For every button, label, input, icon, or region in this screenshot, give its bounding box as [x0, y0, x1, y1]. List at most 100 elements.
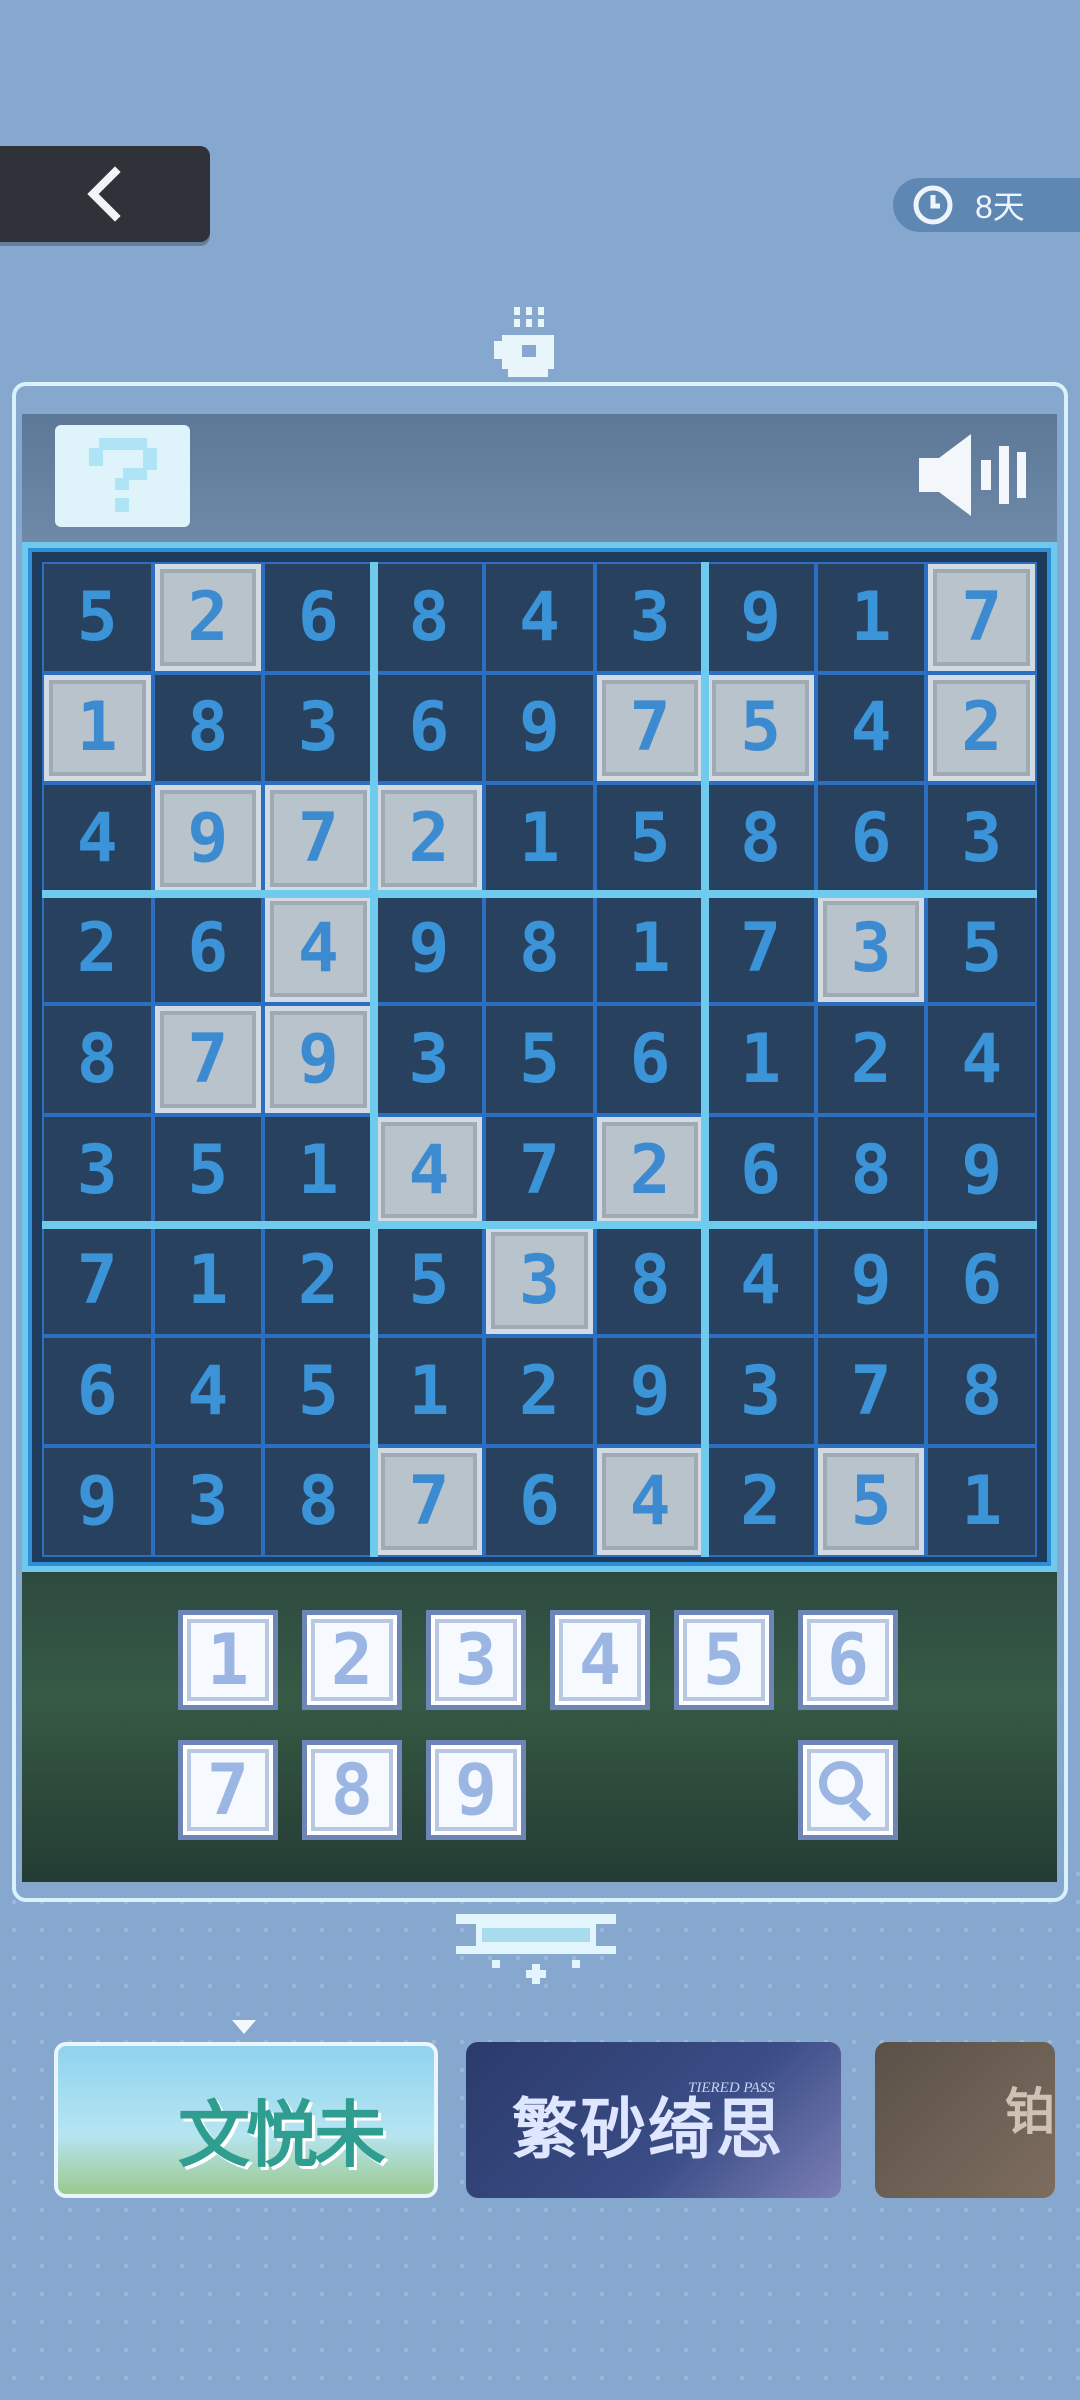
sudoku-cell[interactable]: 7	[594, 672, 706, 784]
speaker-icon[interactable]	[915, 430, 1030, 520]
sudoku-cell[interactable]: 1	[815, 562, 927, 673]
key-9[interactable]: 9	[426, 1740, 526, 1840]
key-2[interactable]: 2	[302, 1610, 402, 1710]
sudoku-cell[interactable]: 3	[42, 1114, 153, 1226]
sudoku-cell[interactable]: 5	[152, 1114, 264, 1226]
sudoku-cell[interactable]: 1	[484, 783, 595, 894]
sudoku-cell[interactable]: 2	[373, 783, 485, 894]
sudoku-cell[interactable]: 4	[263, 893, 374, 1005]
sudoku-cell[interactable]: 4	[926, 1004, 1037, 1115]
key-7[interactable]: 7	[178, 1740, 278, 1840]
key-3[interactable]: 3	[426, 1610, 526, 1710]
sudoku-cell[interactable]: 6	[484, 1446, 595, 1557]
sudoku-cell[interactable]: 6	[42, 1335, 153, 1447]
sudoku-cell[interactable]: 5	[42, 562, 153, 673]
sudoku-cell[interactable]: 4	[42, 783, 153, 894]
sudoku-cell[interactable]: 8	[42, 1004, 153, 1115]
key-6[interactable]: 6	[798, 1610, 898, 1710]
sudoku-cell[interactable]: 3	[705, 1335, 816, 1447]
sudoku-cell[interactable]: 7	[373, 1446, 485, 1557]
sudoku-cell[interactable]: 6	[926, 1225, 1037, 1336]
sudoku-cell[interactable]: 1	[373, 1335, 485, 1447]
event-banner-2[interactable]: 繁砂绮思 TIERED PASS	[466, 2042, 841, 2198]
sudoku-cell[interactable]: 1	[152, 1225, 264, 1336]
sudoku-cell[interactable]: 6	[705, 1114, 816, 1226]
sudoku-cell[interactable]: 4	[705, 1225, 816, 1336]
sudoku-cell[interactable]: 3	[263, 672, 374, 784]
sudoku-cell[interactable]: 9	[594, 1335, 706, 1447]
sudoku-cell[interactable]: 2	[926, 672, 1037, 784]
sudoku-cell[interactable]: 5	[484, 1004, 595, 1115]
sudoku-cell[interactable]: 7	[263, 783, 374, 894]
box-divider	[42, 889, 1037, 898]
sudoku-cell[interactable]: 8	[152, 672, 264, 784]
sudoku-cell[interactable]: 8	[484, 893, 595, 1005]
sudoku-cell[interactable]: 3	[594, 562, 706, 673]
sudoku-cell[interactable]: 5	[926, 893, 1037, 1005]
key-4[interactable]: 4	[550, 1610, 650, 1710]
sudoku-cell[interactable]: 1	[926, 1446, 1037, 1557]
box-divider	[369, 562, 378, 1557]
sudoku-cell[interactable]: 3	[484, 1225, 595, 1336]
sudoku-cell[interactable]: 4	[594, 1446, 706, 1557]
sudoku-cell[interactable]: 9	[152, 783, 264, 894]
sudoku-cell[interactable]: 1	[263, 1114, 374, 1226]
sudoku-cell[interactable]: 7	[42, 1225, 153, 1336]
hint-button[interactable]	[798, 1740, 898, 1840]
help-button[interactable]	[55, 425, 190, 527]
sudoku-cell[interactable]: 2	[263, 1225, 374, 1336]
sudoku-cell[interactable]: 8	[926, 1335, 1037, 1447]
sudoku-cell[interactable]: 9	[263, 1004, 374, 1115]
sudoku-cell[interactable]: 8	[373, 562, 485, 673]
sudoku-cell[interactable]: 6	[373, 672, 485, 784]
sudoku-cell[interactable]: 6	[263, 562, 374, 673]
sudoku-cell[interactable]: 2	[594, 1114, 706, 1226]
sudoku-cell[interactable]: 9	[815, 1225, 927, 1336]
sudoku-cell[interactable]: 5	[594, 783, 706, 894]
sudoku-cell[interactable]: 5	[373, 1225, 485, 1336]
chevron-left-icon	[87, 166, 121, 222]
sudoku-cell[interactable]: 9	[42, 1446, 153, 1557]
sudoku-cell[interactable]: 6	[594, 1004, 706, 1115]
sudoku-cell[interactable]: 2	[152, 562, 264, 673]
sudoku-cell[interactable]: 5	[705, 672, 816, 784]
sudoku-cell[interactable]: 6	[815, 783, 927, 894]
sudoku-cell[interactable]: 2	[815, 1004, 927, 1115]
sudoku-cell[interactable]: 2	[705, 1446, 816, 1557]
sudoku-cell[interactable]: 7	[815, 1335, 927, 1447]
key-8[interactable]: 8	[302, 1740, 402, 1840]
sudoku-cell[interactable]: 2	[42, 893, 153, 1005]
sudoku-cell[interactable]: 4	[373, 1114, 485, 1226]
back-button[interactable]	[0, 146, 210, 242]
sudoku-cell[interactable]: 7	[926, 562, 1037, 673]
sudoku-cell[interactable]: 4	[152, 1335, 264, 1447]
sudoku-cell[interactable]: 1	[705, 1004, 816, 1115]
sudoku-cell[interactable]: 9	[926, 1114, 1037, 1226]
sudoku-cell[interactable]: 3	[815, 893, 927, 1005]
key-1[interactable]: 1	[178, 1610, 278, 1710]
key-5[interactable]: 5	[674, 1610, 774, 1710]
sudoku-cell[interactable]: 6	[152, 893, 264, 1005]
sudoku-cell[interactable]: 3	[926, 783, 1037, 894]
sudoku-cell[interactable]: 4	[484, 562, 595, 673]
sudoku-cell[interactable]: 1	[594, 893, 706, 1005]
sudoku-cell[interactable]: 5	[815, 1446, 927, 1557]
sudoku-cell[interactable]: 5	[263, 1335, 374, 1447]
event-banner-1[interactable]: 文悦未名	[54, 2042, 438, 2198]
sudoku-cell[interactable]: 7	[484, 1114, 595, 1226]
sudoku-cell[interactable]: 3	[373, 1004, 485, 1115]
event-banner-3[interactable]: 铂	[875, 2042, 1055, 2198]
sudoku-cell[interactable]: 8	[263, 1446, 374, 1557]
sudoku-cell[interactable]: 8	[594, 1225, 706, 1336]
sudoku-cell[interactable]: 9	[373, 893, 485, 1005]
sudoku-cell[interactable]: 9	[705, 562, 816, 673]
sudoku-cell[interactable]: 8	[815, 1114, 927, 1226]
sudoku-cell[interactable]: 3	[152, 1446, 264, 1557]
sudoku-cell[interactable]: 4	[815, 672, 927, 784]
sudoku-cell[interactable]: 7	[152, 1004, 264, 1115]
sudoku-cell[interactable]: 9	[484, 672, 595, 784]
sudoku-cell[interactable]: 8	[705, 783, 816, 894]
sudoku-cell[interactable]: 2	[484, 1335, 595, 1447]
sudoku-cell[interactable]: 1	[42, 672, 153, 784]
sudoku-cell[interactable]: 7	[705, 893, 816, 1005]
